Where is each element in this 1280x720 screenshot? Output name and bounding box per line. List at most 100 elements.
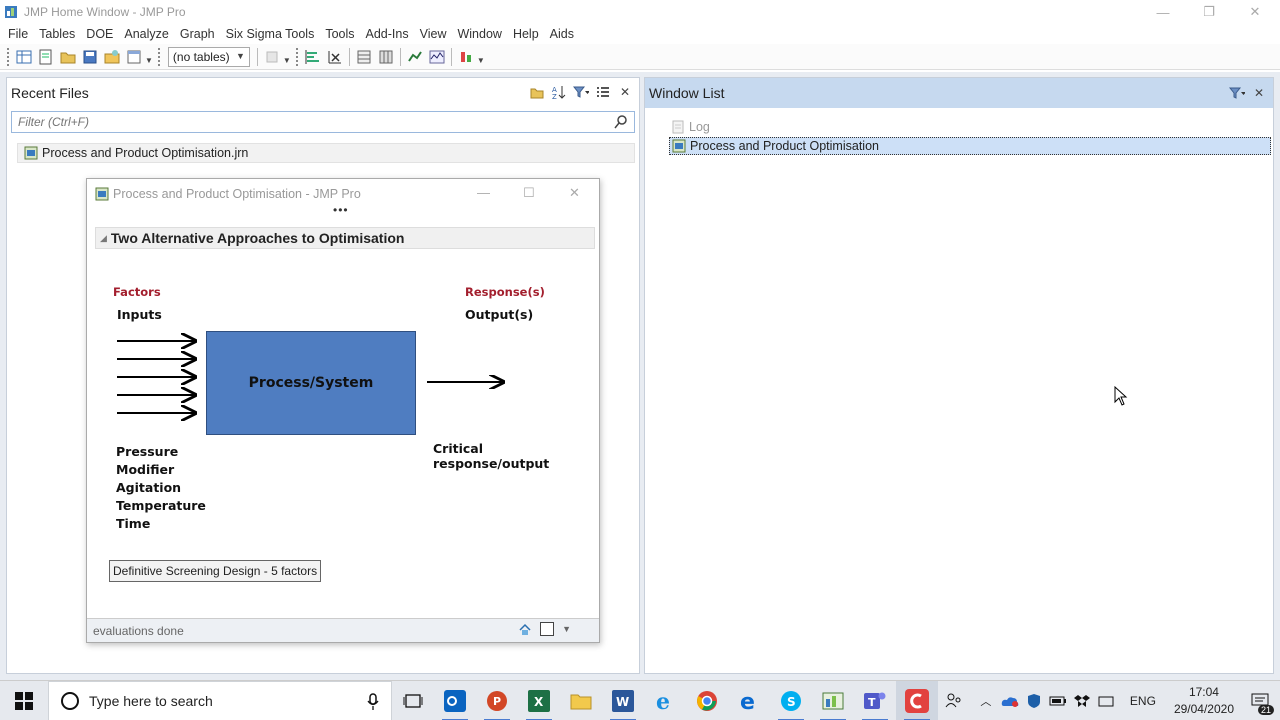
menu-graph[interactable]: Graph <box>176 27 219 41</box>
jmp-app-icon <box>5 6 17 18</box>
journal-close-button[interactable]: ✕ <box>569 185 580 201</box>
file-explorer-icon[interactable] <box>560 681 602 720</box>
toolbar-grip-2[interactable] <box>157 47 161 66</box>
clock[interactable]: 17:04 29/04/2020 <box>1174 684 1234 718</box>
toolbar-grip[interactable] <box>7 47 10 66</box>
table-tool-icon[interactable] <box>261 46 283 68</box>
task-view-icon[interactable] <box>392 681 434 720</box>
outline-header[interactable]: ◢ Two Alternative Approaches to Optimisa… <box>95 227 595 249</box>
control-chart-icon[interactable] <box>426 46 448 68</box>
distribution-icon[interactable] <box>302 46 324 68</box>
svg-text:X: X <box>534 695 544 709</box>
clock-date: 29/04/2020 <box>1173 702 1234 716</box>
restore-button[interactable]: ❐ <box>1186 0 1232 24</box>
edge-icon[interactable]: e <box>728 681 770 720</box>
open-folder-icon[interactable] <box>529 84 545 100</box>
dropbox-icon[interactable] <box>1070 681 1094 720</box>
minimize-button[interactable]: — <box>1140 0 1186 24</box>
internet-explorer-icon[interactable]: e <box>644 681 686 720</box>
critical-response-label: Critical response/output <box>433 441 550 471</box>
menu-aids[interactable]: Aids <box>546 27 578 41</box>
new-data-table-icon[interactable] <box>13 46 35 68</box>
filter-icon[interactable] <box>1229 85 1245 101</box>
people-icon[interactable] <box>934 681 974 720</box>
filter-input[interactable] <box>18 115 578 129</box>
menu-tables[interactable]: Tables <box>35 27 79 41</box>
microphone-icon[interactable] <box>367 692 379 711</box>
menu-window[interactable]: Window <box>453 27 505 41</box>
chrome-icon[interactable] <box>686 681 728 720</box>
input-language[interactable]: ENG <box>1130 694 1156 708</box>
fit-y-by-x-icon[interactable] <box>324 46 346 68</box>
show-hidden-icons[interactable]: ︿ <box>974 681 998 720</box>
battery-icon[interactable] <box>1046 681 1070 720</box>
svg-text:e: e <box>740 690 755 712</box>
definitive-screening-design-button[interactable]: Definitive Screening Design - 5 factors <box>109 560 322 582</box>
search-icon[interactable] <box>614 115 628 129</box>
tabulate-icon[interactable] <box>353 46 375 68</box>
teams-icon[interactable]: T <box>854 681 896 720</box>
menu-file[interactable]: File <box>4 27 32 41</box>
home-icon[interactable] <box>518 622 532 636</box>
onedrive-icon[interactable] <box>998 681 1022 720</box>
recent-files-header: Recent Files AZ ✕ <box>7 78 639 108</box>
disclosure-triangle-icon[interactable]: ◢ <box>100 233 107 244</box>
more-icon[interactable]: ••• <box>333 203 349 217</box>
menu-bar: File Tables DOE Analyze Graph Six Sigma … <box>0 24 1280 44</box>
journal-status-bar: evaluations done ▼ <box>87 618 599 642</box>
outputs-label: Output(s) <box>465 307 534 322</box>
word-icon[interactable]: W <box>602 681 644 720</box>
journal-title: Process and Product Optimisation - JMP P… <box>113 187 361 201</box>
open-folder-icon[interactable] <box>57 46 79 68</box>
log-icon <box>672 120 684 134</box>
recent-files-filter[interactable] <box>11 111 635 133</box>
menu-tools[interactable]: Tools <box>321 27 358 41</box>
filter-icon[interactable] <box>573 84 589 100</box>
chevron-down-icon[interactable]: ▼ <box>562 624 571 634</box>
security-icon[interactable] <box>1022 681 1046 720</box>
layout-icon[interactable] <box>123 46 145 68</box>
window-checkbox[interactable] <box>540 622 555 636</box>
factor-modifier: Modifier <box>116 462 175 477</box>
toolbar-overflow-icon[interactable]: ▼ <box>145 56 153 65</box>
taskbar-search[interactable]: Type here to search <box>48 680 392 720</box>
recent-files-title: Recent Files <box>11 85 89 101</box>
menu-view[interactable]: View <box>416 27 451 41</box>
outlook-icon[interactable] <box>434 681 476 720</box>
factor-agitation: Agitation <box>116 480 182 495</box>
toolbar-overflow-icon-2[interactable]: ▼ <box>283 56 291 65</box>
journal-minimize-button[interactable]: — <box>477 185 490 200</box>
open-data-icon[interactable] <box>101 46 123 68</box>
sort-icon[interactable]: AZ <box>551 84 567 100</box>
profiler-icon[interactable] <box>455 46 477 68</box>
table-select[interactable]: (no tables) ▼ <box>167 46 250 67</box>
factors-label: Factors <box>113 285 161 299</box>
jmp-taskbar-icon[interactable] <box>812 681 854 720</box>
camtasia-icon[interactable] <box>896 680 938 720</box>
menu-doe[interactable]: DOE <box>82 27 117 41</box>
powerpoint-icon[interactable]: P <box>476 681 518 720</box>
menu-add-ins[interactable]: Add-Ins <box>362 27 413 41</box>
close-button[interactable]: ✕ <box>1232 0 1278 24</box>
close-icon[interactable]: ✕ <box>617 84 633 100</box>
skype-icon[interactable]: S <box>770 681 812 720</box>
network-icon[interactable] <box>1094 681 1118 720</box>
summary-icon[interactable] <box>375 46 397 68</box>
menu-six-sigma-tools[interactable]: Six Sigma Tools <box>222 27 319 41</box>
menu-help[interactable]: Help <box>509 27 543 41</box>
save-icon[interactable] <box>79 46 101 68</box>
menu-analyze[interactable]: Analyze <box>120 27 172 41</box>
close-icon[interactable]: ✕ <box>1251 85 1267 101</box>
window-list-item-log[interactable]: Log <box>669 118 710 136</box>
excel-icon[interactable]: X <box>518 681 560 720</box>
toolbar-overflow-icon-3[interactable]: ▼ <box>477 56 485 65</box>
recent-file-item[interactable]: Process and Product Optimisation.jrn <box>17 143 635 163</box>
toolbar-grip-3[interactable] <box>295 47 299 66</box>
window-list-item-journal[interactable]: Process and Product Optimisation <box>669 137 1271 155</box>
new-script-icon[interactable] <box>35 46 57 68</box>
journal-maximize-button[interactable]: ☐ <box>523 185 535 201</box>
graph-builder-icon[interactable] <box>404 46 426 68</box>
action-center-button[interactable]: 21 <box>1240 681 1280 720</box>
list-view-icon[interactable] <box>595 84 611 100</box>
start-button[interactable] <box>0 681 48 720</box>
